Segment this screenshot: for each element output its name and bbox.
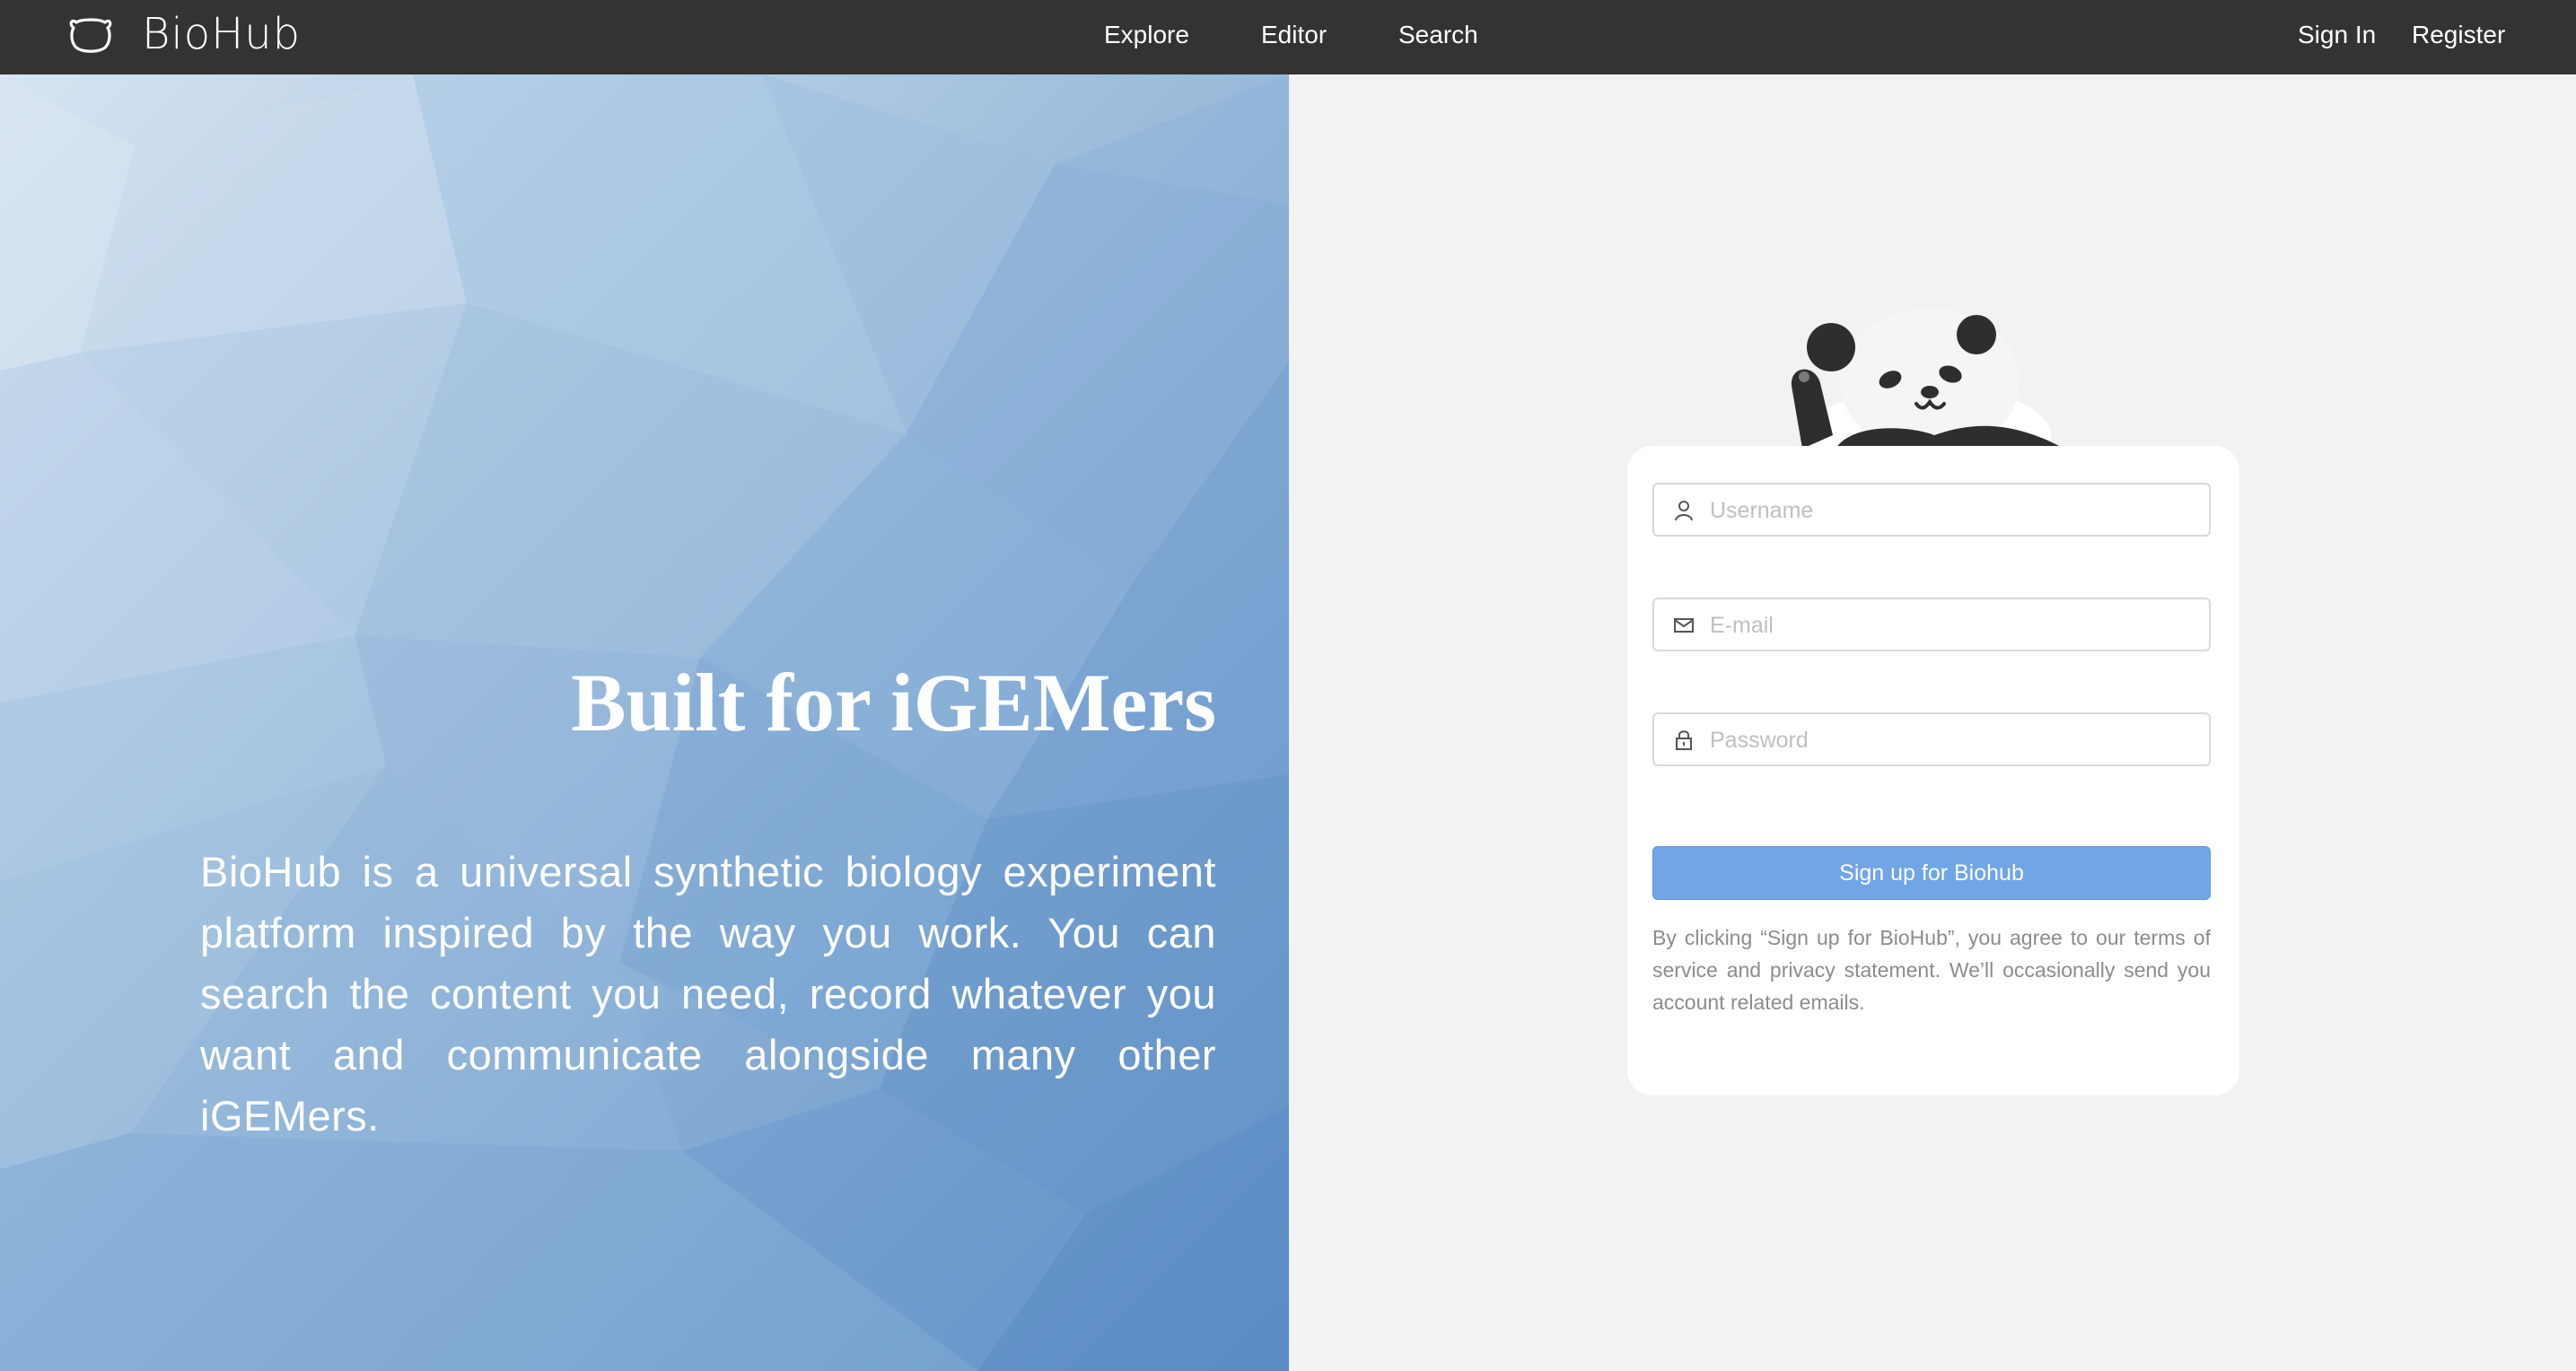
username-field[interactable]: [1652, 483, 2211, 537]
hero-panel: Built for iGEMers BioHub is a universal …: [0, 74, 1289, 1371]
email-input[interactable]: [1708, 599, 2196, 651]
signup-card: Sign up for Biohub By clicking “Sign up …: [1627, 446, 2239, 1096]
nav-explore[interactable]: Explore: [1104, 20, 1189, 50]
password-field[interactable]: [1652, 712, 2211, 766]
waving-panda-mascot: [1791, 308, 2064, 449]
username-input[interactable]: [1708, 485, 2196, 537]
terms-notice: By clicking “Sign up for BioHub”, you ag…: [1652, 926, 2211, 1014]
hero-description: BioHub is a universal synthetic biology …: [200, 848, 1216, 1140]
nav-editor[interactable]: Editor: [1261, 20, 1327, 50]
lock-icon: [1676, 730, 1692, 750]
signup-button[interactable]: Sign up for Biohub: [1652, 846, 2211, 900]
password-input[interactable]: [1708, 714, 2196, 766]
nav-search[interactable]: Search: [1398, 20, 1478, 50]
sign-in-link[interactable]: Sign In: [2298, 20, 2376, 50]
brand-name[interactable]: BioHub: [142, 7, 301, 61]
panda-logo-icon[interactable]: [68, 14, 113, 56]
mail-icon: [1674, 618, 1694, 633]
hero-title: Built for iGEMers: [571, 657, 1216, 748]
top-nav-bar: BioHub Explore Editor Search Sign In Reg…: [0, 0, 2576, 74]
user-icon: [1675, 501, 1693, 521]
email-field[interactable]: [1652, 598, 2211, 651]
register-link[interactable]: Register: [2412, 20, 2505, 50]
